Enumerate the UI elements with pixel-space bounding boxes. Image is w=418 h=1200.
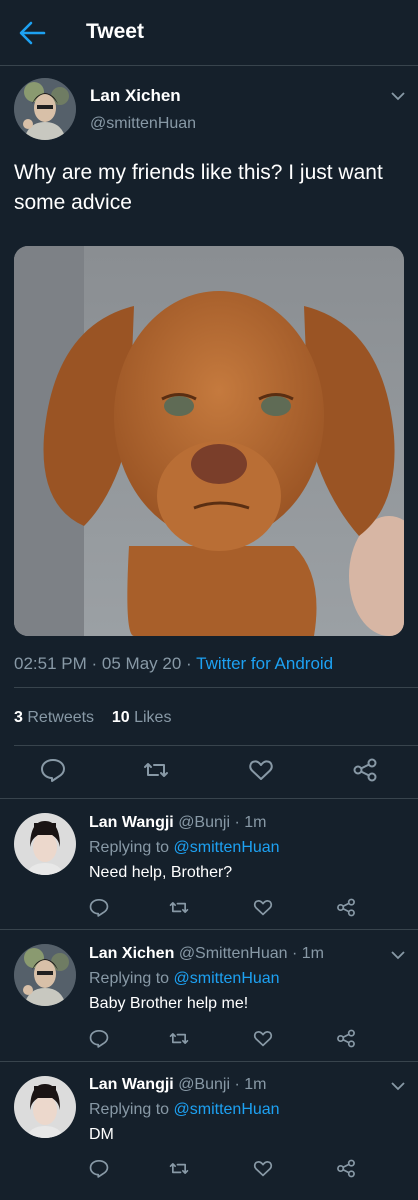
tweet-meta: 02:51 PM · 05 May 20 · Twitter for Andro… <box>14 654 333 674</box>
reply-tweet[interactable]: Lan Wangji @Bunji · 1m Replying to @smit… <box>0 1062 418 1200</box>
likes-count: 10 <box>111 709 130 726</box>
tweet-source-link[interactable]: Twitter for Android <box>196 654 333 673</box>
author-name[interactable]: Lan Xichen <box>90 86 181 106</box>
retweets-stat[interactable]: 3 Retweets <box>14 709 94 726</box>
reply-text: DM <box>89 1126 114 1143</box>
reply-time: 1m <box>244 814 267 831</box>
author-name[interactable]: Lan Xichen <box>89 945 174 962</box>
avatar[interactable] <box>14 1076 76 1138</box>
author-name[interactable]: Lan Wangji <box>89 814 174 831</box>
author-name[interactable]: Lan Wangji <box>89 1076 174 1093</box>
reply-icon[interactable] <box>89 898 109 917</box>
reply-time: 1m <box>301 945 325 962</box>
author-handle[interactable]: @smittenHuan <box>90 115 196 133</box>
meta-separator: · <box>91 654 98 673</box>
retweets-count: 3 <box>14 709 23 726</box>
meta-separator: · <box>186 654 192 673</box>
mention-link[interactable]: @smittenHuan <box>174 1101 280 1118</box>
author-handle[interactable]: @Bunji <box>178 814 230 831</box>
tweet-text: Why are my friends like this? I just wan… <box>14 161 383 214</box>
reply-header: Lan Wangji @Bunji · 1m <box>89 1076 266 1094</box>
reply-time: 1m <box>244 1076 267 1093</box>
back-arrow-icon[interactable] <box>18 20 46 46</box>
reply-tweet[interactable]: Lan Wangji @Bunji · 1m Replying to @smit… <box>0 799 418 928</box>
avatar[interactable] <box>14 813 76 875</box>
author-handle[interactable]: @SmittenHuan <box>179 945 288 962</box>
avatar[interactable] <box>14 944 76 1006</box>
share-icon[interactable] <box>352 758 378 782</box>
divider <box>14 745 418 746</box>
reply-text: Baby Brother help me! <box>89 995 249 1012</box>
replying-to: Replying to @smittenHuan <box>89 839 280 857</box>
mention-link[interactable]: @smittenHuan <box>174 970 280 987</box>
like-heart-icon[interactable] <box>253 1159 273 1178</box>
tweet-date: 05 May 20 <box>101 654 182 673</box>
tweet-actions <box>0 758 418 802</box>
reply-header: Lan Xichen @SmittenHuan · 1m <box>89 945 324 963</box>
like-heart-icon[interactable] <box>253 1029 273 1048</box>
share-icon[interactable] <box>336 1029 356 1048</box>
retweet-icon[interactable] <box>169 1029 189 1048</box>
share-icon[interactable] <box>336 898 356 917</box>
chevron-down-icon[interactable] <box>391 1081 405 1091</box>
like-heart-icon[interactable] <box>248 758 274 782</box>
retweet-icon[interactable] <box>143 758 169 782</box>
avatar[interactable] <box>14 78 76 140</box>
retweet-icon[interactable] <box>169 898 189 917</box>
likes-label: Likes <box>134 709 172 726</box>
author-handle[interactable]: @Bunji <box>178 1076 230 1093</box>
mention-link[interactable]: @smittenHuan <box>174 839 280 856</box>
like-heart-icon[interactable] <box>253 898 273 917</box>
replying-to-label: Replying to <box>89 839 170 856</box>
reply-text: Need help, Brother? <box>89 864 233 881</box>
share-icon[interactable] <box>336 1159 356 1178</box>
reply-icon[interactable] <box>89 1159 109 1178</box>
replying-to-label: Replying to <box>89 1101 170 1118</box>
tweet-stats: 3 Retweets 10 Likes <box>14 709 171 727</box>
retweet-icon[interactable] <box>169 1159 189 1178</box>
meta-separator: · <box>292 945 298 962</box>
reply-icon[interactable] <box>89 1029 109 1048</box>
retweets-label: Retweets <box>27 709 95 726</box>
reply-tweet[interactable]: Lan Xichen @SmittenHuan · 1m Replying to… <box>0 930 418 1060</box>
chevron-down-icon[interactable] <box>391 950 405 960</box>
chevron-down-icon[interactable] <box>391 91 405 101</box>
likes-stat[interactable]: 10 Likes <box>112 709 172 726</box>
meta-separator: · <box>234 814 240 831</box>
top-bar: Tweet <box>0 0 418 66</box>
reply-icon[interactable] <box>40 758 66 782</box>
replying-to: Replying to @smittenHuan <box>89 1101 280 1119</box>
replying-to-label: Replying to <box>89 970 170 987</box>
tweet-photo[interactable] <box>14 246 404 636</box>
meta-separator: · <box>234 1076 240 1093</box>
divider <box>14 687 418 688</box>
replying-to: Replying to @smittenHuan <box>89 970 280 988</box>
page-title: Tweet <box>86 20 144 43</box>
reply-header: Lan Wangji @Bunji · 1m <box>89 814 266 832</box>
tweet-time: 02:51 PM <box>14 654 87 673</box>
